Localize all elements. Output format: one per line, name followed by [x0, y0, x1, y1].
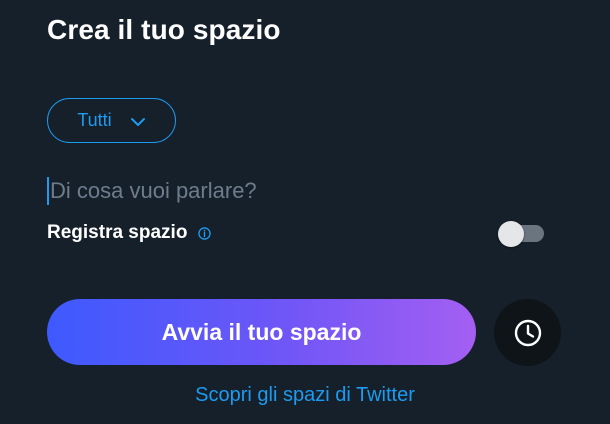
record-space-toggle[interactable] — [498, 221, 544, 247]
create-space-screen: Crea il tuo spazio Tutti Registra spazio… — [0, 0, 610, 424]
discover-spaces-link[interactable]: Scopri gli spazi di Twitter — [0, 384, 610, 407]
audience-selected-value: Tutti — [77, 110, 112, 130]
topic-input[interactable] — [50, 178, 510, 204]
record-space-row: Registra spazio — [47, 218, 547, 248]
record-space-label: Registra spazio — [47, 222, 188, 243]
text-cursor — [47, 177, 49, 205]
chevron-down-icon — [130, 117, 146, 127]
page-title: Crea il tuo spazio — [47, 14, 281, 45]
start-space-button[interactable]: Avvia il tuo spazio — [47, 299, 476, 365]
topic-input-container — [47, 172, 547, 210]
clock-icon — [513, 318, 543, 348]
toggle-knob — [498, 221, 524, 247]
audience-dropdown[interactable]: Tutti — [47, 98, 176, 143]
schedule-space-button[interactable] — [494, 299, 561, 366]
info-icon[interactable] — [198, 227, 212, 240]
